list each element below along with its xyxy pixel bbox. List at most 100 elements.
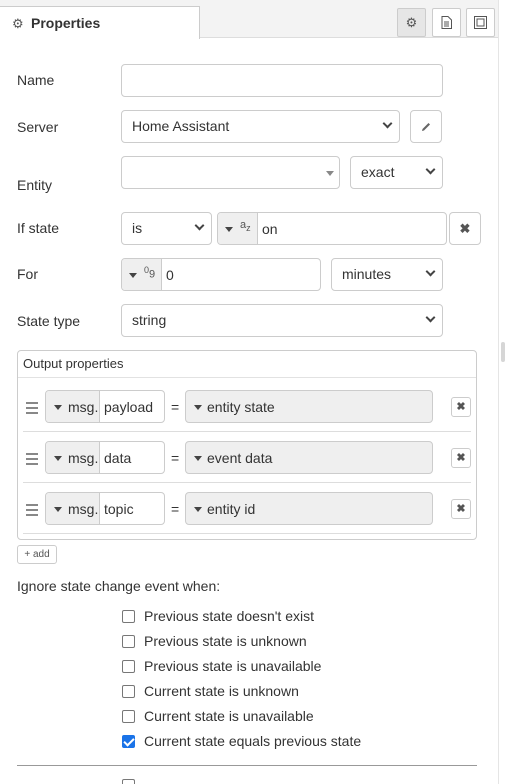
description-tab-button[interactable] [432, 8, 461, 37]
type-selector[interactable]: az [218, 213, 258, 244]
clear-if-state-button[interactable]: ✖ [449, 212, 481, 245]
chevron-down-icon [425, 266, 436, 277]
entity-label: Entity [17, 177, 53, 193]
state-type-label: State type [17, 313, 81, 329]
scrollbar-thumb[interactable] [501, 342, 505, 362]
msg-prefix: msg. [68, 450, 99, 466]
output-row-property-input[interactable]: msg. data [45, 441, 165, 474]
row-divider [23, 482, 471, 483]
edit-server-button[interactable] [410, 110, 442, 143]
editor-tab-bar: ⚙ Properties ⚙ [0, 0, 500, 39]
if-state-operator-value: is [132, 220, 143, 236]
checkbox[interactable] [122, 710, 135, 723]
divider [18, 377, 476, 378]
caret-down-icon [225, 227, 233, 232]
entity-match-select[interactable]: exact [350, 156, 443, 189]
caret-down-icon [194, 507, 202, 512]
output-row-property: data [104, 450, 132, 466]
remove-row-button[interactable]: ✖ [451, 397, 471, 417]
type-selector[interactable]: 09 [122, 259, 162, 290]
output-row-value-select[interactable]: entity id [185, 492, 433, 525]
output-properties-box: Output properties msg. payload = entity … [17, 350, 477, 540]
close-icon: ✖ [456, 401, 466, 413]
for-value: 0 [166, 267, 174, 283]
caret-down-icon [129, 273, 137, 278]
name-input[interactable] [121, 64, 443, 97]
close-icon: ✖ [456, 452, 466, 464]
output-row-property-input[interactable]: msg. payload [45, 390, 165, 423]
caret-down-icon [54, 507, 62, 512]
row-divider [23, 533, 471, 534]
string-type-icon: az [240, 219, 251, 234]
ignore-heading: Ignore state change event when: [17, 578, 221, 594]
add-output-property-button[interactable]: + add [17, 545, 57, 564]
output-row-value: event data [207, 450, 273, 466]
row-divider [23, 431, 471, 432]
tab-properties-label: Properties [31, 15, 101, 31]
msg-type-selector[interactable]: msg. [46, 391, 100, 422]
dropdown-arrow-icon [326, 171, 334, 176]
chevron-down-icon [425, 312, 436, 323]
chevron-down-icon [194, 220, 205, 231]
checkbox-label: Current state is unavailable [144, 708, 314, 724]
checkbox-label: Current state is unknown [144, 683, 299, 699]
vertical-scrollbar[interactable] [498, 0, 507, 784]
caret-down-icon [54, 456, 62, 461]
msg-type-selector[interactable]: msg. [46, 442, 100, 473]
remove-row-button[interactable]: ✖ [451, 499, 471, 519]
settings-tab-button[interactable]: ⚙ [397, 8, 426, 37]
msg-prefix: msg. [68, 399, 99, 415]
for-unit-select[interactable]: minutes [331, 258, 443, 291]
checkbox[interactable] [122, 660, 135, 673]
for-label: For [17, 266, 38, 282]
entity-input[interactable] [121, 156, 340, 189]
frame-icon [474, 16, 487, 29]
checkbox[interactable] [122, 635, 135, 648]
remove-row-button[interactable]: ✖ [451, 448, 471, 468]
pencil-icon [422, 123, 430, 131]
chevron-down-icon [425, 164, 436, 175]
output-row-value-select[interactable]: entity state [185, 390, 433, 423]
for-unit-value: minutes [342, 266, 392, 282]
if-state-operator-select[interactable]: is [121, 212, 212, 245]
output-row-property: payload [104, 399, 154, 415]
gear-icon: ⚙ [12, 16, 24, 31]
output-row-value-select[interactable]: event data [185, 441, 433, 474]
tab-properties[interactable]: ⚙ Properties [0, 6, 200, 39]
output-row-property: topic [104, 501, 134, 517]
gear-icon: ⚙ [405, 15, 418, 30]
appearance-tab-button[interactable] [466, 8, 495, 37]
msg-prefix: msg. [68, 501, 99, 517]
checkbox-label: Previous state is unavailable [144, 658, 322, 674]
checkbox[interactable] [122, 610, 135, 623]
section-divider [17, 765, 477, 766]
state-type-value: string [132, 312, 167, 328]
checkbox[interactable] [122, 779, 135, 784]
caret-down-icon [194, 456, 202, 461]
server-select[interactable]: Home Assistant [121, 110, 400, 143]
drag-handle-icon[interactable] [26, 504, 38, 519]
output-row-property-input[interactable]: msg. topic [45, 492, 165, 525]
checkbox-checked[interactable] [122, 735, 135, 748]
output-properties-title: Output properties [23, 356, 124, 371]
for-typed-input[interactable]: 09 0 [121, 258, 321, 291]
checkbox-label: Previous state doesn't exist [144, 608, 314, 624]
output-row-value: entity state [207, 399, 275, 415]
drag-handle-icon[interactable] [26, 453, 38, 468]
drag-handle-icon[interactable] [26, 402, 38, 417]
msg-type-selector[interactable]: msg. [46, 493, 100, 524]
equals-sign: = [171, 501, 180, 517]
checkbox-label: Current state equals previous state [144, 733, 362, 749]
checkbox[interactable] [122, 685, 135, 698]
if-state-typed-input[interactable]: az on [217, 212, 447, 245]
add-button-label: + add [24, 549, 50, 560]
output-row-value: entity id [207, 501, 256, 517]
state-type-select[interactable]: string [121, 304, 443, 337]
number-type-icon: 09 [144, 265, 156, 281]
name-label: Name [17, 72, 55, 88]
document-icon [441, 16, 452, 29]
checkbox-label: Previous state is unknown [144, 633, 307, 649]
if-state-label: If state [17, 220, 60, 236]
server-select-value: Home Assistant [132, 118, 230, 134]
caret-down-icon [54, 405, 62, 410]
